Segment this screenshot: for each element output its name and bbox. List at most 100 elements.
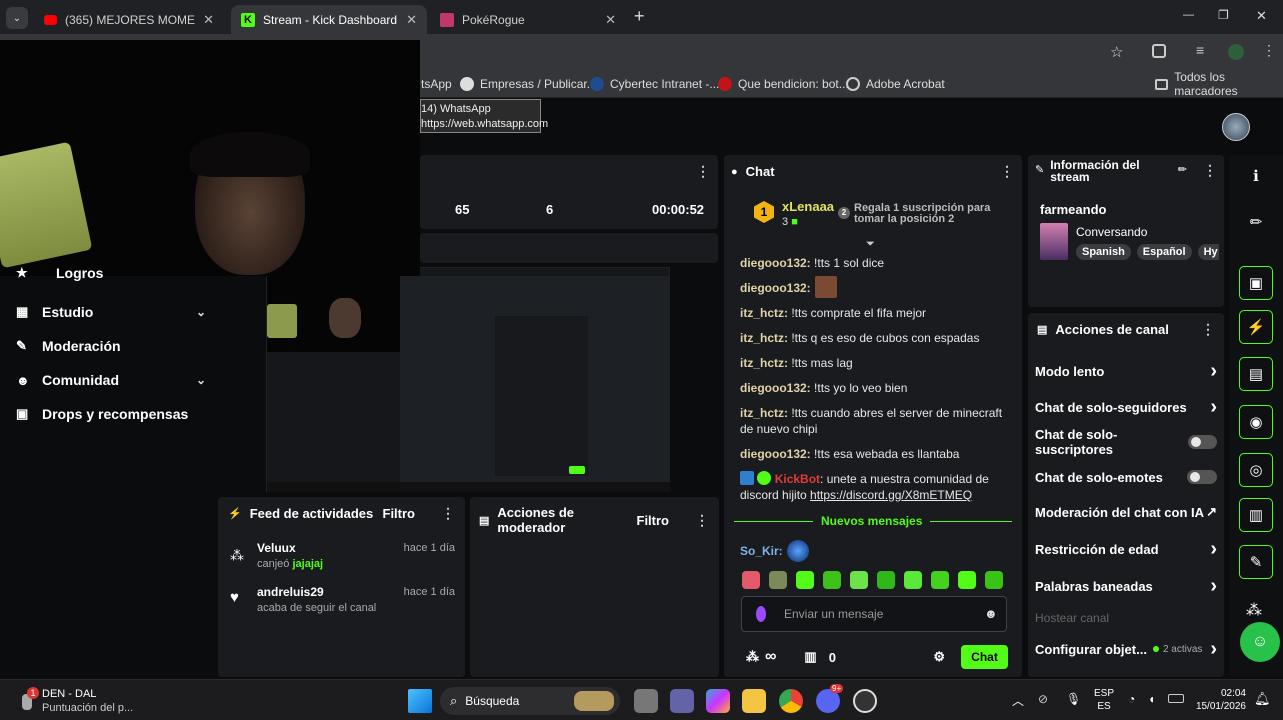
send-chat-button[interactable]: Chat — [961, 645, 1008, 669]
volume-icon[interactable]: ◖ — [1148, 692, 1155, 706]
minimize-button[interactable]: — — [1183, 9, 1194, 21]
emote-icon[interactable] — [958, 571, 976, 589]
filter-button[interactable]: Filtro — [383, 506, 416, 521]
network-off-icon[interactable]: ⊘ — [1038, 692, 1048, 706]
windows-start-icon[interactable] — [408, 689, 432, 713]
sidebar-item-drops[interactable]: ▣ Drops y recompensas — [16, 401, 206, 427]
tag[interactable]: Hy — [1197, 244, 1219, 260]
banned-words-row[interactable]: Palabras baneadas › — [1035, 571, 1217, 601]
maximize-button[interactable]: ❐ — [1218, 8, 1229, 22]
bookmark-bendicion[interactable]: Que bendicion: bot... — [718, 74, 849, 94]
clock[interactable]: 02:04 15/01/2026 — [1194, 687, 1246, 713]
points-icon[interactable]: ⁂ — [1246, 600, 1262, 620]
layout-icon[interactable]: ▥ — [1239, 498, 1273, 532]
pinned-chevron-icon[interactable]: ⏷ — [866, 238, 875, 251]
taskbar-search[interactable]: ⌕ Búsqueda — [440, 687, 620, 715]
info-icon[interactable]: ℹ — [1239, 159, 1273, 193]
age-restriction-row[interactable]: Restricción de edad › — [1035, 534, 1217, 564]
close-icon[interactable]: ✕ — [203, 12, 214, 28]
more-options-icon[interactable]: ⋮ — [441, 505, 455, 522]
file-explorer-icon[interactable] — [742, 689, 766, 713]
filter-button[interactable]: Filtro — [637, 513, 670, 528]
slow-mode-row[interactable]: Modo lento › — [1035, 356, 1217, 386]
gift-prompt[interactable]: Regala 1 suscripción para tomar la posic… — [854, 203, 994, 225]
notifications-icon[interactable]: 🔔︎ — [1254, 691, 1271, 707]
task-view-icon[interactable] — [634, 689, 658, 713]
emote-icon[interactable] — [769, 571, 787, 589]
emoji-icon[interactable]: ☻ — [984, 606, 998, 621]
edit-icon[interactable]: ✏ — [1178, 163, 1187, 176]
close-window-button[interactable]: ✕ — [1256, 8, 1267, 24]
goals-row[interactable]: Configurar objet... 2 activas › — [1035, 634, 1217, 664]
tab-youtube[interactable]: (365) MEJORES MOMENTOS Y P ✕ — [34, 5, 224, 34]
emote-icon[interactable] — [742, 571, 760, 589]
sidebar-item-logros[interactable]: ★ Logros — [16, 267, 206, 281]
emote-icon[interactable] — [985, 571, 1003, 589]
tag[interactable]: Spanish — [1076, 244, 1131, 260]
emotes-only-toggle[interactable] — [1187, 470, 1217, 484]
menu-icon[interactable]: ⋮ — [1262, 42, 1276, 59]
language-indicator[interactable]: ESP ES — [1094, 687, 1114, 713]
more-options-icon[interactable]: ⋮ — [1203, 162, 1217, 179]
category-name[interactable]: Conversando — [1076, 225, 1147, 239]
video-icon[interactable]: ▣ — [1239, 266, 1273, 300]
extensions-icon[interactable] — [1152, 44, 1166, 58]
top-gifter-name[interactable]: xLenaaa — [782, 199, 834, 214]
subscribers-only-toggle[interactable] — [1188, 435, 1217, 449]
points-icon[interactable]: ⁂ — [746, 649, 759, 665]
emote-icon[interactable] — [850, 571, 868, 589]
chat-bubble-icon[interactable]: ◉ — [1239, 405, 1273, 439]
tab-pokerogue[interactable]: PokéRogue ✕ — [430, 5, 626, 34]
bookmark-acrobat[interactable]: Adobe Acrobat — [846, 74, 945, 94]
settings-icon[interactable]: ⚙ — [933, 649, 945, 665]
bolt-icon[interactable]: ⚡ — [1239, 310, 1273, 344]
app-status-widget[interactable]: 1 DEN - DAL Puntuación del p... — [20, 686, 190, 716]
chat-input[interactable]: Enviar un mensaje ☻ — [741, 596, 1007, 632]
tray-chevron-icon[interactable]: ︿ — [1012, 692, 1024, 709]
bookmark-cybertec[interactable]: Cybertec Intranet -... — [590, 74, 719, 94]
emote-icon[interactable] — [904, 571, 922, 589]
media-icon[interactable]: ≡ — [1196, 42, 1204, 58]
profile-avatar[interactable] — [1228, 44, 1244, 60]
document-icon[interactable]: ▤ — [1239, 357, 1273, 391]
tab-kick-dashboard[interactable]: K Stream - Kick Dashboard ✕ — [231, 5, 427, 34]
sidebar-item-estudio[interactable]: ▦ Estudio ⌄ — [16, 299, 206, 325]
more-options-icon[interactable]: ⋮ — [696, 163, 710, 180]
obs-icon[interactable] — [853, 689, 877, 713]
tag[interactable]: Español — [1136, 244, 1192, 260]
wrench-icon[interactable]: ✎ — [1239, 545, 1273, 579]
teams-icon[interactable] — [670, 689, 694, 713]
ai-moderation-row[interactable]: Moderación del chat con IA ↗ — [1035, 497, 1217, 527]
sidebar-item-moderacion[interactable]: ✎ Moderación — [16, 333, 206, 359]
star-icon[interactable]: ☆ — [1110, 43, 1123, 61]
more-options-icon[interactable]: ⋮ — [695, 512, 709, 529]
discord-link[interactable]: https://discord.gg/X8mETMEQ — [810, 488, 972, 502]
edit-icon[interactable]: ✏ — [1239, 205, 1273, 239]
emote-icon[interactable] — [823, 571, 841, 589]
support-chat-button[interactable]: ☺ — [1240, 622, 1280, 662]
emote-icon[interactable] — [796, 571, 814, 589]
more-options-icon[interactable]: ⋮ — [1000, 163, 1014, 180]
chevron-down-icon[interactable]: ⌄ — [196, 373, 206, 387]
more-options-icon[interactable]: ⋮ — [1201, 321, 1215, 338]
sidebar-item-comunidad[interactable]: ☻ Comunidad ⌄ — [16, 367, 206, 393]
tab-search-button[interactable]: ⌄ — [6, 7, 28, 29]
close-icon[interactable]: ✕ — [406, 12, 417, 28]
broadcast-icon[interactable]: ◎ — [1239, 453, 1273, 487]
bookmark-whatsapp[interactable]: tsApp — [421, 74, 452, 94]
user-avatar[interactable] — [1222, 113, 1250, 141]
chevron-down-icon[interactable]: ⌄ — [196, 305, 206, 319]
all-bookmarks[interactable]: Todos los marcadores — [1155, 70, 1283, 98]
followers-only-row[interactable]: Chat de solo-seguidores › — [1035, 392, 1217, 422]
wifi-icon[interactable]: ◔ — [1128, 692, 1135, 706]
battery-icon[interactable] — [1168, 694, 1184, 703]
close-icon[interactable]: ✕ — [605, 12, 616, 28]
copilot-icon[interactable] — [706, 689, 730, 713]
new-tab-button[interactable]: + — [634, 6, 645, 27]
store-icon[interactable]: ▥ — [804, 649, 816, 665]
chrome-icon[interactable] — [779, 689, 803, 713]
emote-icon[interactable] — [931, 571, 949, 589]
bookmark-empresas[interactable]: Empresas / Publicar... — [460, 74, 597, 94]
microphone-icon[interactable]: 🎙 — [1066, 692, 1081, 706]
emote-icon[interactable] — [877, 571, 895, 589]
